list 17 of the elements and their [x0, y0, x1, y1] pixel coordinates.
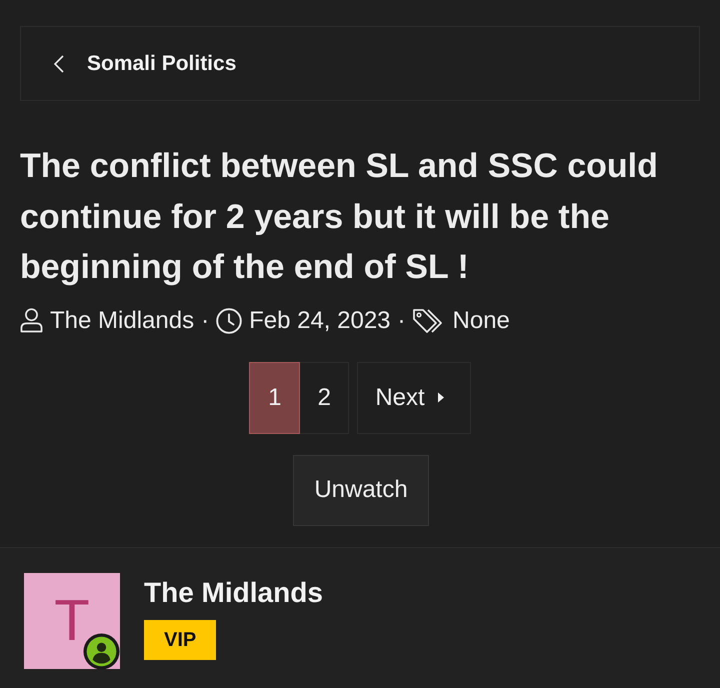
page-button[interactable]: 1: [249, 362, 300, 434]
caret-right-icon: [438, 392, 444, 403]
chevron-left-icon: [54, 54, 64, 72]
thread-title: The conflict between SL and SSC could continue for 2 years but it will be the beginning of the end of SL !: [20, 146, 659, 288]
page-button[interactable]: 2: [300, 362, 350, 434]
tags-text: None: [452, 306, 510, 334]
breadcrumb-link[interactable]: Somali Politics: [20, 26, 700, 101]
meta-separator: ·: [398, 306, 406, 334]
unwatch-button[interactable]: Unwatch: [293, 454, 429, 526]
next-page-button[interactable]: Next: [357, 362, 471, 434]
clock-icon: [216, 308, 242, 334]
post-author-name[interactable]: The Midlands: [144, 574, 323, 610]
user-icon: [20, 308, 43, 333]
date-text: Feb 24, 2023: [249, 306, 391, 334]
author-text: The Midlands: [50, 306, 194, 334]
vip-badge: VIP: [144, 620, 216, 660]
meta-separator: ·: [201, 306, 210, 334]
